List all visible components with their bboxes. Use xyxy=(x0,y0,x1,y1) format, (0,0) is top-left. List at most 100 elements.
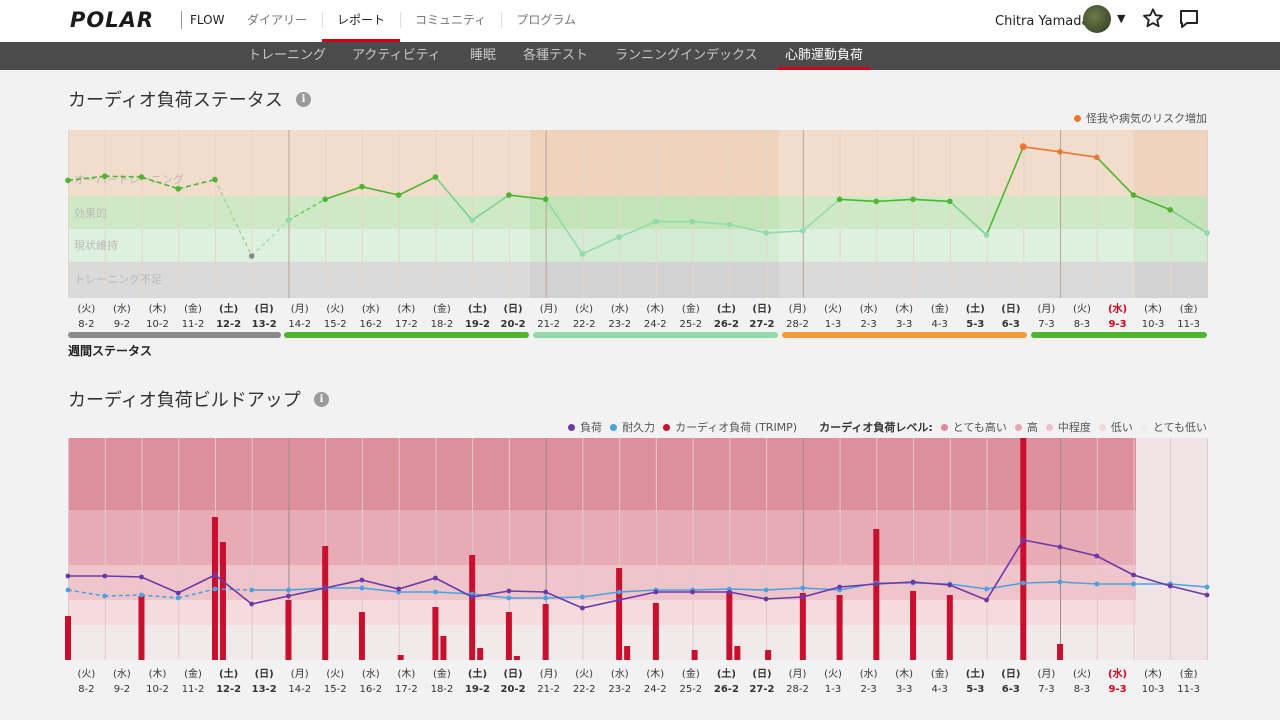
trimp-bar xyxy=(219,542,226,660)
status-point xyxy=(579,251,586,257)
date-dow-label: (日) xyxy=(752,668,771,680)
date-dow-label: (水) xyxy=(113,303,131,315)
date-label: 13-2 xyxy=(252,684,277,695)
tolerance-point xyxy=(1057,579,1063,585)
status-point xyxy=(947,198,953,205)
tolerance-point xyxy=(102,593,108,599)
load-point xyxy=(653,589,659,595)
status-zone-label: オーバートレーニング xyxy=(74,172,184,186)
tolerance-point xyxy=(800,585,806,591)
status-point xyxy=(653,218,659,225)
status-zone-alt-0 xyxy=(530,130,779,196)
date-label: 7-3 xyxy=(1038,684,1054,695)
trimp-bar xyxy=(652,603,659,660)
tolerance-point xyxy=(433,589,438,595)
load-point xyxy=(102,573,108,579)
status-point xyxy=(285,217,292,224)
status-point xyxy=(1019,143,1027,151)
date-dow-label: (木) xyxy=(895,303,913,315)
date-label: 27-2 xyxy=(749,319,774,330)
status-point xyxy=(542,196,549,203)
status-zone-label: 現状維持 xyxy=(74,238,118,252)
date-label: 11-3 xyxy=(1177,319,1200,330)
date-dow-label: (水) xyxy=(611,668,629,680)
date-dow-label: (土) xyxy=(468,302,487,315)
date-dow-label: (水) xyxy=(860,303,878,315)
date-label: 18-2 xyxy=(431,684,454,695)
status-point xyxy=(212,176,218,183)
status-point xyxy=(65,177,71,184)
status-point xyxy=(800,228,806,234)
date-dow-label: (月) xyxy=(291,668,309,680)
date-label: 17-2 xyxy=(395,319,418,330)
date-label: 12-2 xyxy=(216,684,241,695)
tolerance-point xyxy=(359,585,365,591)
trimp-bar xyxy=(322,546,329,660)
status-point xyxy=(432,174,439,180)
date-dow-label: (火) xyxy=(77,668,95,680)
trimp-bar xyxy=(765,650,772,660)
tolerance-point xyxy=(286,587,291,593)
tolerance-point xyxy=(212,586,218,592)
date-label: 10-3 xyxy=(1142,684,1165,695)
status-point xyxy=(248,253,255,259)
date-label: 20-2 xyxy=(501,684,526,695)
status-point xyxy=(1093,154,1100,161)
date-dow-label: (金) xyxy=(931,302,949,315)
tolerance-point xyxy=(1020,580,1026,586)
trimp-bar xyxy=(469,555,476,660)
date-label: 14-2 xyxy=(288,319,311,330)
date-label: 11-3 xyxy=(1177,684,1200,695)
date-label: 3-3 xyxy=(896,319,912,330)
weekly-status-bar xyxy=(1031,332,1207,338)
status-point xyxy=(983,232,990,238)
status-zone-label: 効果的 xyxy=(74,206,107,220)
trimp-bar xyxy=(1057,644,1064,660)
tolerance-point xyxy=(579,594,585,600)
trimp-bar xyxy=(138,596,145,660)
load-point xyxy=(873,581,879,587)
date-dow-label: (金) xyxy=(433,667,451,680)
status-point xyxy=(836,196,843,203)
date-dow-label: (金) xyxy=(433,302,451,315)
status-zone-alt-1 xyxy=(530,196,779,229)
trimp-bar xyxy=(505,612,512,660)
date-label: 4-3 xyxy=(932,319,948,330)
date-label: 8-2 xyxy=(78,319,94,330)
trimp-bar xyxy=(910,591,917,660)
trimp-bar xyxy=(624,646,631,660)
load-point xyxy=(579,605,585,611)
load-point xyxy=(175,590,181,596)
date-dow-label: (火) xyxy=(326,303,344,315)
date-label: 10-3 xyxy=(1142,319,1165,330)
date-label: 2-3 xyxy=(860,684,876,695)
tolerance-point xyxy=(763,587,769,593)
date-label: 26-2 xyxy=(714,684,739,695)
date-label: 11-2 xyxy=(182,684,205,695)
load-point xyxy=(396,586,402,592)
tolerance-point xyxy=(139,592,144,598)
tolerance-point xyxy=(616,589,622,595)
date-dow-label: (土) xyxy=(468,667,487,680)
load-point xyxy=(1167,583,1173,589)
status-point xyxy=(469,217,475,224)
date-dow-label: (火) xyxy=(824,668,842,680)
status-point xyxy=(138,174,145,180)
date-dow-label: (金) xyxy=(682,667,700,680)
date-dow-label: (火) xyxy=(575,668,593,680)
date-label: 9-3 xyxy=(1108,319,1126,330)
date-label: 21-2 xyxy=(537,319,560,330)
date-dow-label: (土) xyxy=(717,667,736,680)
load-point xyxy=(249,601,255,607)
buildup-band-future xyxy=(1136,438,1207,660)
date-label: 28-2 xyxy=(786,319,809,330)
date-dow-label: (木) xyxy=(397,303,415,315)
date-label: 16-2 xyxy=(359,319,382,330)
status-point xyxy=(1057,149,1063,155)
date-label: 7-3 xyxy=(1038,319,1054,330)
status-point xyxy=(689,218,696,225)
date-label: 23-2 xyxy=(608,684,631,695)
load-point xyxy=(1204,592,1210,598)
date-dow-label: (水) xyxy=(1108,667,1127,680)
date-dow-label: (日) xyxy=(503,303,522,315)
